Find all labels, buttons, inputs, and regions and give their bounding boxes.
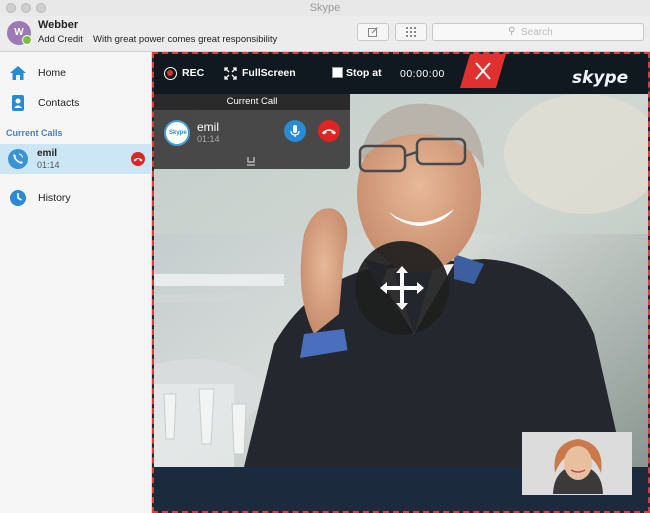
add-credit-link[interactable]: Add Credit [38,34,83,45]
record-label: REC [182,67,205,79]
mood-message[interactable]: With great power comes great responsibil… [93,34,277,45]
contact-avatar: Skype [164,120,190,146]
sidebar-item-contacts[interactable]: Contacts [0,90,152,116]
recorder-toolbar: REC FullScreen Stop at 00:00:00 skype [154,54,648,94]
mute-microphone-button[interactable] [284,120,306,142]
sidebar-item-label: History [38,192,71,204]
call-duration: 01:14 [37,160,60,170]
home-icon [10,66,26,80]
sidebar-item-home[interactable]: Home [0,60,152,86]
current-calls-heading: Current Calls [6,128,63,138]
search-input[interactable] [521,25,631,39]
active-call-icon [8,149,28,169]
stop-at-checkbox[interactable] [332,67,343,78]
end-call-button[interactable] [131,152,145,166]
new-conversation-button[interactable] [357,23,389,41]
fullscreen-label: FullScreen [242,67,296,79]
self-view-video[interactable] [522,432,632,495]
sidebar-item-label: Contacts [38,97,80,109]
call-panel-contact-name: emil [197,120,220,134]
compose-icon [368,27,378,37]
clock-icon [10,190,26,206]
fullscreen-button[interactable]: FullScreen [224,66,296,82]
call-contact-name: emil [37,148,58,159]
online-status-icon [22,35,32,45]
fullscreen-icon [224,67,237,80]
sidebar-item-label: Home [38,67,67,79]
sidebar-item-current-call[interactable]: emil 01:14 [0,144,152,174]
stop-at-label: Stop at [346,67,382,79]
current-call-panel: Current Call Skype emil 01:14 [154,94,350,169]
dialpad-icon [406,27,416,37]
stop-at-timer[interactable]: 00:00:00 [400,68,445,80]
microphone-icon [290,125,300,137]
search-icon: ⚲ [508,26,516,37]
hang-up-button[interactable] [318,120,340,142]
record-icon [164,67,177,80]
move-region-handle[interactable] [354,240,450,336]
current-call-title: Current Call [154,94,350,110]
hangup-icon [322,129,336,135]
sidebar-item-history[interactable]: History [0,185,152,211]
self-view-frame [523,433,631,494]
window-titlebar: Skype [0,0,650,16]
profile-name[interactable]: Webber [38,19,78,31]
close-recorder-button[interactable] [460,54,506,88]
hangup-icon [133,158,143,162]
call-panel-duration: 01:14 [197,134,220,144]
contacts-icon [12,95,24,111]
skype-logo: skype [572,68,629,88]
profile-header: W Webber Add Credit With great power com… [0,16,650,52]
dialpad-button[interactable] [395,23,427,41]
recording-region[interactable]: REC FullScreen Stop at 00:00:00 skype Cu… [152,52,650,513]
sidebar: Home Contacts Current Calls emil 01:14 H… [0,52,152,513]
window-title: Skype [309,2,341,14]
search-box[interactable]: ⚲ [432,23,644,41]
collapse-panel-icon[interactable] [246,156,256,166]
